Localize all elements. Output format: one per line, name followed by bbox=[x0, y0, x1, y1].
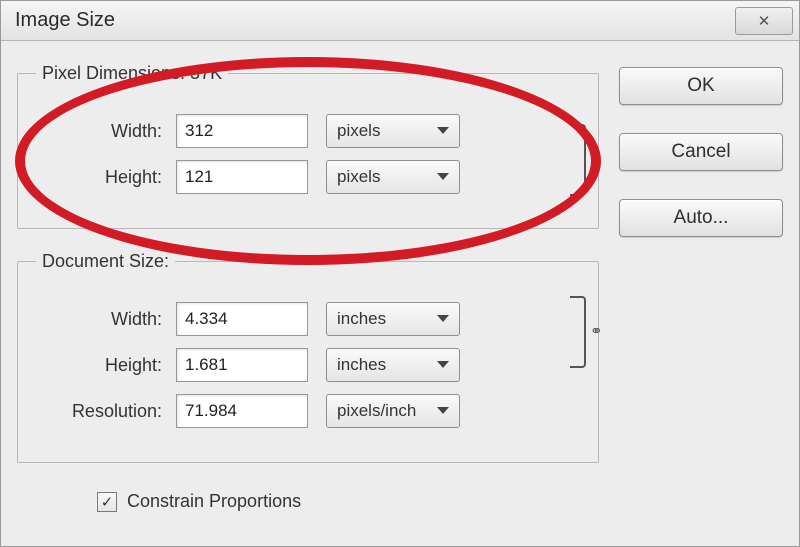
pixel-height-unit-select[interactable]: pixels bbox=[326, 160, 460, 194]
constrain-proportions-checkbox[interactable]: ✓ bbox=[97, 492, 117, 512]
resolution-label: Resolution: bbox=[36, 401, 176, 422]
pixel-height-unit-value: pixels bbox=[337, 167, 380, 187]
pixel-width-unit-value: pixels bbox=[337, 121, 380, 141]
pixel-height-input[interactable] bbox=[176, 160, 308, 194]
auto-button-label: Auto... bbox=[674, 207, 729, 229]
link-bracket-icon: ⚭ bbox=[570, 120, 590, 196]
chevron-down-icon bbox=[437, 127, 449, 134]
chain-link-icon: ⚭ bbox=[590, 150, 610, 170]
resolution-unit-select[interactable]: pixels/inch bbox=[326, 394, 460, 428]
constrain-proportions-row: ✓ Constrain Proportions bbox=[17, 485, 599, 512]
resolution-unit-value: pixels/inch bbox=[337, 401, 416, 421]
cancel-button[interactable]: Cancel bbox=[619, 133, 783, 171]
doc-width-unit-value: inches bbox=[337, 309, 386, 329]
chevron-down-icon bbox=[437, 407, 449, 414]
document-size-group: Document Size: Width: inches Height: inc… bbox=[17, 251, 599, 463]
doc-link-constraint: ⚭ bbox=[570, 292, 590, 373]
titlebar: Image Size ✕ bbox=[1, 1, 799, 41]
pixel-height-row: Height: pixels bbox=[36, 160, 580, 194]
chevron-down-icon bbox=[437, 315, 449, 322]
chevron-down-icon bbox=[437, 173, 449, 180]
doc-height-label: Height: bbox=[36, 355, 176, 376]
constrain-proportions-label: Constrain Proportions bbox=[127, 491, 301, 512]
doc-height-row: Height: inches bbox=[36, 348, 580, 382]
pixel-dimensions-legend: Pixel Dimensions: 37K bbox=[36, 63, 228, 84]
right-column: OK Cancel Auto... bbox=[619, 63, 783, 512]
pixel-height-label: Height: bbox=[36, 167, 176, 188]
ok-button-label: OK bbox=[687, 75, 714, 97]
pixel-link-constraint: ⚭ bbox=[570, 120, 590, 201]
left-column: Pixel Dimensions: 37K Width: pixels Heig… bbox=[17, 63, 599, 512]
pixel-dimensions-group: Pixel Dimensions: 37K Width: pixels Heig… bbox=[17, 63, 599, 229]
doc-height-unit-value: inches bbox=[337, 355, 386, 375]
pixel-width-row: Width: pixels bbox=[36, 114, 580, 148]
cancel-button-label: Cancel bbox=[671, 141, 730, 163]
dialog-title: Image Size bbox=[15, 9, 115, 32]
doc-width-row: Width: inches bbox=[36, 302, 580, 336]
doc-width-input[interactable] bbox=[176, 302, 308, 336]
ok-button[interactable]: OK bbox=[619, 67, 783, 105]
pixel-width-unit-select[interactable]: pixels bbox=[326, 114, 460, 148]
pixel-width-input[interactable] bbox=[176, 114, 308, 148]
document-size-legend: Document Size: bbox=[36, 251, 175, 272]
dialog-content: Pixel Dimensions: 37K Width: pixels Heig… bbox=[1, 41, 799, 522]
chain-link-icon: ⚭ bbox=[590, 322, 610, 342]
checkmark-icon: ✓ bbox=[101, 493, 114, 511]
close-button[interactable]: ✕ bbox=[735, 7, 793, 35]
auto-button[interactable]: Auto... bbox=[619, 199, 783, 237]
doc-width-label: Width: bbox=[36, 309, 176, 330]
pixel-width-label: Width: bbox=[36, 121, 176, 142]
chevron-down-icon bbox=[437, 361, 449, 368]
doc-height-unit-select[interactable]: inches bbox=[326, 348, 460, 382]
doc-height-input[interactable] bbox=[176, 348, 308, 382]
doc-width-unit-select[interactable]: inches bbox=[326, 302, 460, 336]
image-size-dialog: Image Size ✕ Pixel Dimensions: 37K Width… bbox=[0, 0, 800, 547]
link-bracket-icon: ⚭ bbox=[570, 292, 590, 368]
resolution-input[interactable] bbox=[176, 394, 308, 428]
close-icon: ✕ bbox=[758, 12, 771, 30]
resolution-row: Resolution: pixels/inch bbox=[36, 394, 580, 428]
